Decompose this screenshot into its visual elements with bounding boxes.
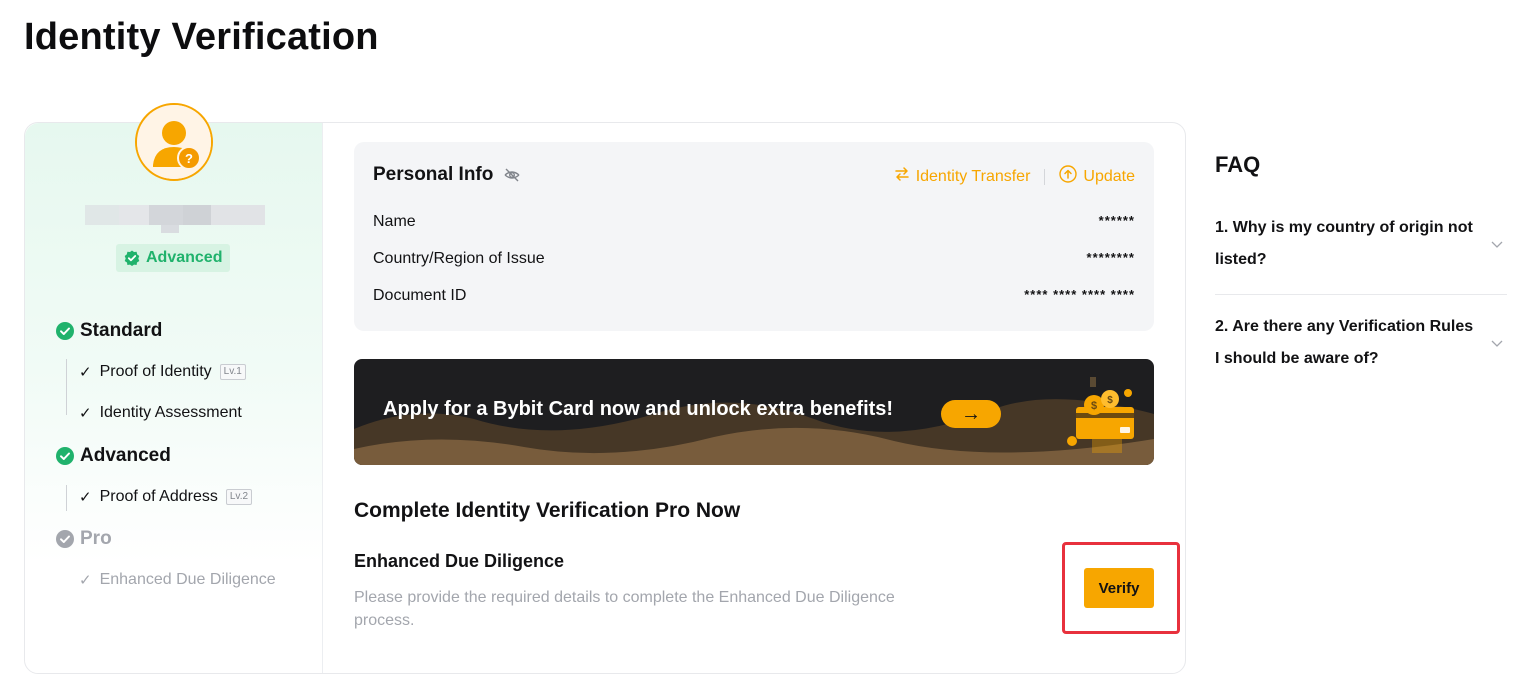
personal-info-actions: Identity Transfer Update [894,165,1135,188]
check-icon: ✓ [79,364,92,381]
faq-question: 2. Are there any Verification Rules I sh… [1215,318,1474,367]
identity-transfer-link[interactable]: Identity Transfer [894,166,1030,187]
level-standard: Standard [56,320,162,342]
faq-item[interactable]: 1. Why is my country of origin not liste… [1215,196,1507,295]
bybit-card-banner[interactable]: Apply for a Bybit Card now and unlock ex… [354,359,1154,465]
shield-check-icon [124,250,140,266]
step-proof-of-identity: ✓ Proof of Identity Lv.1 [79,363,246,381]
chevron-down-icon[interactable] [1491,241,1503,249]
step-label: Proof of Identity [99,363,212,380]
step-identity-assessment: ✓ Identity Assessment [79,404,242,422]
check-icon: ✓ [79,489,92,506]
step-label: Enhanced Due Diligence [99,571,276,588]
check-icon: ✓ [79,572,92,589]
level-label: Advanced [80,445,171,466]
transfer-icon [894,166,910,187]
faq-question: 1. Why is my country of origin not liste… [1215,219,1473,268]
step-enhanced-due-diligence: ✓ Enhanced Due Diligence [79,571,276,589]
info-row-country: Country/Region of Issue ******** [373,250,1135,267]
svg-text:$: $ [1107,395,1113,406]
bybit-card-illustration: $ $ [1067,377,1134,453]
faq-item[interactable]: 2. Are there any Verification Rules I sh… [1215,295,1507,393]
page-title: Identity Verification [24,16,379,58]
faq-section: FAQ 1. Why is my country of origin not l… [1215,152,1507,393]
verification-level-sidebar: ? Advanced Standard ✓ Proof of Identity … [25,103,323,673]
verify-button[interactable]: Verify [1084,568,1154,608]
pro-section-title: Complete Identity Verification Pro Now [354,499,741,522]
check-icon: ✓ [79,405,92,422]
edd-title: Enhanced Due Diligence [354,551,565,571]
info-row-name: Name ****** [373,213,1135,230]
verification-card: ? Advanced Standard ✓ Proof of Identity … [24,103,1186,674]
status-badge: Advanced [116,244,231,272]
check-circle-icon [56,447,74,465]
svg-text:$: $ [1091,400,1097,412]
arrow-right-icon: → [961,402,981,425]
personal-info-panel: Personal Info Identity Transfer Update N… [354,142,1154,331]
update-link[interactable]: Update [1059,165,1135,188]
banner-text: Apply for a Bybit Card now and unlock ex… [383,398,894,420]
check-circle-icon [56,322,74,340]
level-tag: Lv.2 [225,489,253,505]
faq-title: FAQ [1215,152,1261,177]
user-avatar-icon: ? [135,103,213,181]
personal-info-title: Personal Info [373,164,521,186]
level-label: Standard [80,320,163,341]
eye-off-icon[interactable] [503,166,521,184]
check-circle-icon [56,530,74,548]
step-label: Identity Assessment [99,404,242,421]
banner-arrow-button[interactable]: → [941,400,1001,428]
info-row-document-id: Document ID **** **** **** **** [373,287,1135,304]
level-tag: Lv.1 [219,364,246,380]
level-label: Pro [80,528,112,549]
masked-username [85,205,265,235]
svg-text:?: ? [185,151,193,166]
edd-description: Please provide the required details to c… [354,589,895,629]
chevron-down-icon[interactable] [1491,340,1503,348]
action-divider [1044,168,1046,185]
step-proof-of-address: ✓ Proof of Address Lv.2 [79,488,253,506]
level-pro: Pro [56,528,112,550]
status-badge-label: Advanced [146,249,223,266]
upload-circle-icon [1059,165,1078,188]
level-advanced: Advanced [56,445,171,467]
step-label: Proof of Address [99,488,218,505]
